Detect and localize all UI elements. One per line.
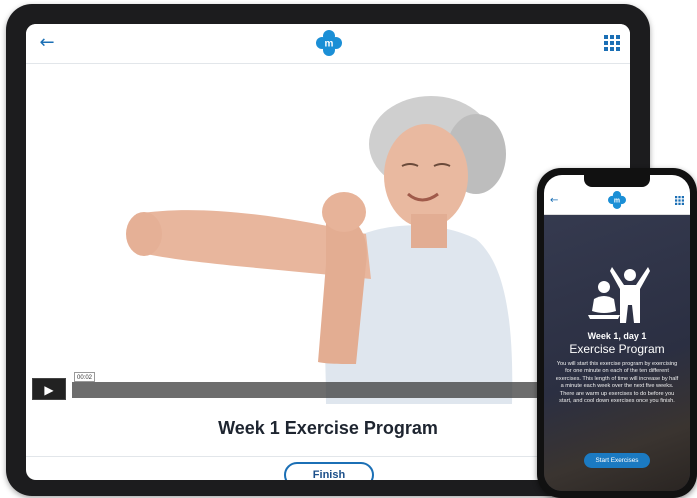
finish-button[interactable]: Finish — [284, 462, 374, 480]
phone-screen: ← m Week 1, day 1 Exercise Program You w… — [544, 175, 690, 491]
grid-icon[interactable] — [604, 35, 620, 51]
exercise-figures-icon — [588, 267, 650, 323]
logo-letter: m — [325, 39, 334, 50]
program-title: Exercise Program — [569, 342, 665, 356]
arrow-left-icon[interactable]: ← — [36, 32, 58, 54]
phone-content: Week 1, day 1 Exercise Program You will … — [544, 215, 690, 491]
phone-device: ← m Week 1, day 1 Exercise Program You w… — [537, 168, 697, 498]
start-exercises-button[interactable]: Start Exercises — [584, 453, 650, 468]
grid-icon[interactable] — [675, 196, 684, 205]
logo-letter: m — [614, 197, 620, 204]
logo-icon: m — [316, 30, 342, 56]
arrow-left-icon[interactable]: ← — [550, 195, 558, 207]
phone-notch — [584, 175, 650, 187]
program-description: You will start this exercise program by … — [555, 361, 679, 405]
week-day-label: Week 1, day 1 — [587, 331, 647, 341]
tablet-header: ← m — [26, 24, 630, 64]
logo-icon: m — [608, 191, 626, 209]
play-icon[interactable]: ▶ — [32, 378, 66, 400]
video-timestamp: 00:02 — [74, 372, 96, 382]
